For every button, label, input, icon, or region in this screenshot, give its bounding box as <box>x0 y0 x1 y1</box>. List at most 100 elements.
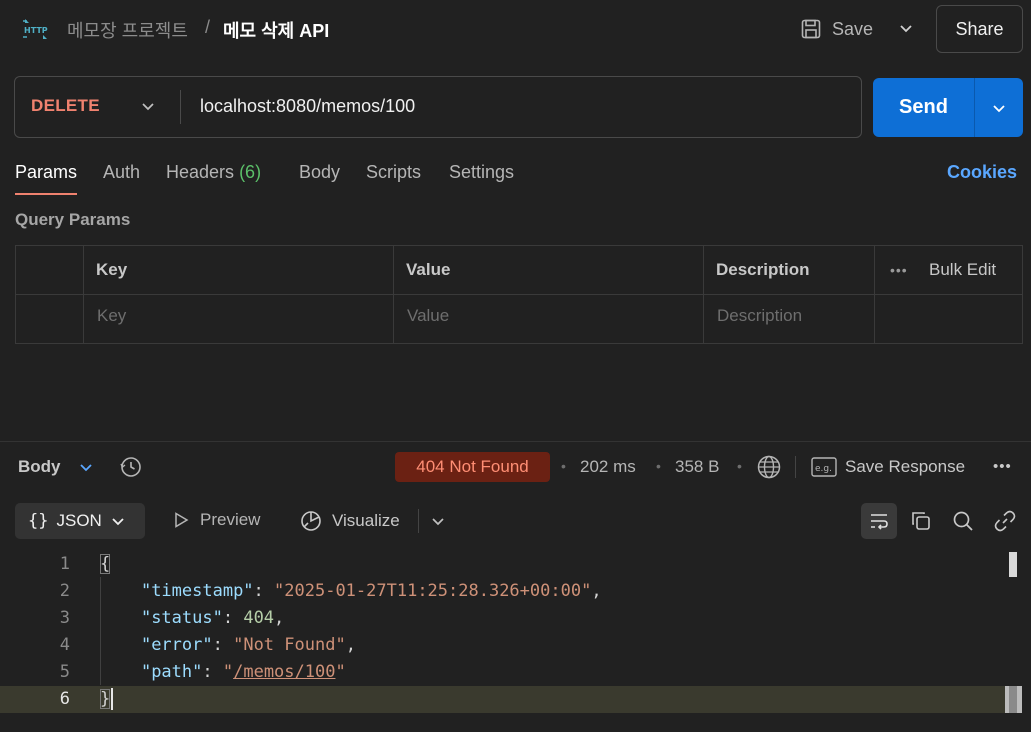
svg-text:HTTP: HTTP <box>24 26 48 35</box>
tab-body[interactable]: Body <box>299 162 340 183</box>
url-divider <box>180 90 181 124</box>
json-comma: , <box>345 635 356 655</box>
separator-dot: • <box>561 458 566 474</box>
json-value: "Not Found" <box>233 635 346 655</box>
more-options-icon[interactable]: ••• <box>993 458 1012 475</box>
separator-dot: • <box>737 458 742 474</box>
json-key: "path" <box>140 662 203 682</box>
chevron-down-icon <box>993 104 1005 112</box>
divider <box>418 509 419 533</box>
json-link-value[interactable]: /memos/100 <box>233 662 335 682</box>
json-colon: : <box>253 581 275 601</box>
http-icon: HTTP <box>23 19 48 39</box>
chevron-down-icon[interactable] <box>139 97 157 115</box>
play-icon <box>175 512 189 528</box>
request-title[interactable]: 메모 삭제 API <box>223 17 329 43</box>
code-line: 3 "status": 404, <box>0 605 1006 632</box>
link-icon[interactable] <box>993 509 1017 533</box>
save-label: Save <box>832 18 874 39</box>
history-icon[interactable] <box>119 455 143 479</box>
code-line: 1 { <box>0 551 1006 578</box>
format-select[interactable]: {} JSON <box>15 503 145 539</box>
preview-label: Preview <box>200 510 261 529</box>
tab-params[interactable]: Params <box>15 162 77 183</box>
response-size[interactable]: 358 B <box>675 457 719 477</box>
pane-divider[interactable] <box>0 441 1031 442</box>
line-number: 3 <box>59 608 70 628</box>
response-code-editor[interactable]: 1 { 2 "timestamp": "2025-01-27T11:25:28.… <box>0 550 1031 732</box>
more-options-icon[interactable]: ••• <box>890 262 908 278</box>
braces-icon: {} <box>28 511 49 531</box>
tab-scripts[interactable]: Scripts <box>366 162 421 183</box>
json-colon: : <box>202 662 223 682</box>
json-colon: : <box>222 608 244 628</box>
status-badge[interactable]: 404 Not Found <box>395 452 550 482</box>
visualize-button[interactable]: Visualize <box>299 509 400 533</box>
active-tab-indicator <box>15 193 77 195</box>
column-key: Key <box>96 260 128 279</box>
json-key: "error" <box>140 635 213 655</box>
scrollbar-thumb[interactable] <box>1009 552 1017 577</box>
share-label: Share <box>955 18 1004 39</box>
line-number: 5 <box>59 662 70 682</box>
preview-button[interactable]: Preview <box>172 510 260 530</box>
visualize-label: Visualize <box>332 511 400 530</box>
save-response-button[interactable]: Save Response <box>845 457 965 477</box>
chevron-down-icon[interactable] <box>77 458 95 476</box>
bulk-edit-button[interactable]: Bulk Edit <box>929 260 996 280</box>
response-body-label[interactable]: Body <box>18 457 61 477</box>
scrollbar-marker-inner <box>1009 686 1017 713</box>
code-line: 4 "error": "Not Found", <box>0 632 1006 659</box>
tab-settings[interactable]: Settings <box>449 162 514 183</box>
cookies-link[interactable]: Cookies <box>947 162 1017 183</box>
json-key: "status" <box>140 608 223 628</box>
code-line: 5 "path": "/memos/100" <box>0 659 1006 686</box>
query-params-title: Query Params <box>15 210 131 229</box>
query-params-table: Key Value Description ••• Bulk Edit Key … <box>15 245 1023 344</box>
breadcrumb-separator: / <box>205 17 211 37</box>
svg-text:e.g.: e.g. <box>815 464 832 474</box>
response-time[interactable]: 202 ms <box>580 457 636 477</box>
headers-count: (6) <box>239 162 262 182</box>
tab-auth[interactable]: Auth <box>103 162 140 183</box>
json-value: 404 <box>243 608 275 628</box>
value-input[interactable]: Value <box>407 306 449 326</box>
method-select[interactable]: DELETE <box>31 96 100 116</box>
url-input[interactable]: localhost:8080/memos/100 <box>200 96 415 117</box>
code-line: 2 "timestamp": "2025-01-27T11:25:28.326+… <box>0 578 1006 605</box>
status-text: 404 Not Found <box>416 457 529 476</box>
column-value: Value <box>406 260 451 279</box>
json-comma: , <box>591 581 602 601</box>
wrap-icon <box>871 514 888 530</box>
json-colon: : <box>212 635 234 655</box>
tab-headers[interactable]: Headers (6) <box>166 162 261 183</box>
send-options-button[interactable] <box>974 78 1023 137</box>
line-number: 4 <box>59 635 70 655</box>
chevron-down-icon[interactable] <box>429 512 447 530</box>
wrap-lines-button[interactable] <box>861 503 897 539</box>
save-icon <box>801 19 821 39</box>
code-line-current: 6 } <box>0 686 1006 713</box>
send-button[interactable]: Send <box>873 78 974 137</box>
json-quote: " <box>335 662 346 682</box>
breadcrumb-parent[interactable]: 메모장 프로젝트 <box>67 17 188 43</box>
json-value: "2025-01-27T11:25:28.326+00:00" <box>274 581 592 601</box>
line-number: 1 <box>59 554 70 574</box>
divider <box>795 456 796 478</box>
line-number: 6 <box>59 689 70 709</box>
save-button[interactable]: Save <box>800 14 873 44</box>
visualize-icon <box>301 511 321 531</box>
copy-icon[interactable] <box>909 509 933 533</box>
chevron-down-icon[interactable] <box>896 18 916 38</box>
indent-guide <box>100 577 101 685</box>
share-button[interactable]: Share <box>936 5 1023 53</box>
tab-headers-label: Headers <box>166 162 235 182</box>
search-icon[interactable] <box>951 509 975 533</box>
description-input[interactable]: Description <box>717 306 802 326</box>
json-key: "timestamp" <box>140 581 254 601</box>
key-input[interactable]: Key <box>97 306 126 326</box>
close-brace: } <box>100 689 111 709</box>
open-brace: { <box>100 554 111 574</box>
line-number: 2 <box>59 581 70 601</box>
globe-icon[interactable] <box>756 454 782 480</box>
